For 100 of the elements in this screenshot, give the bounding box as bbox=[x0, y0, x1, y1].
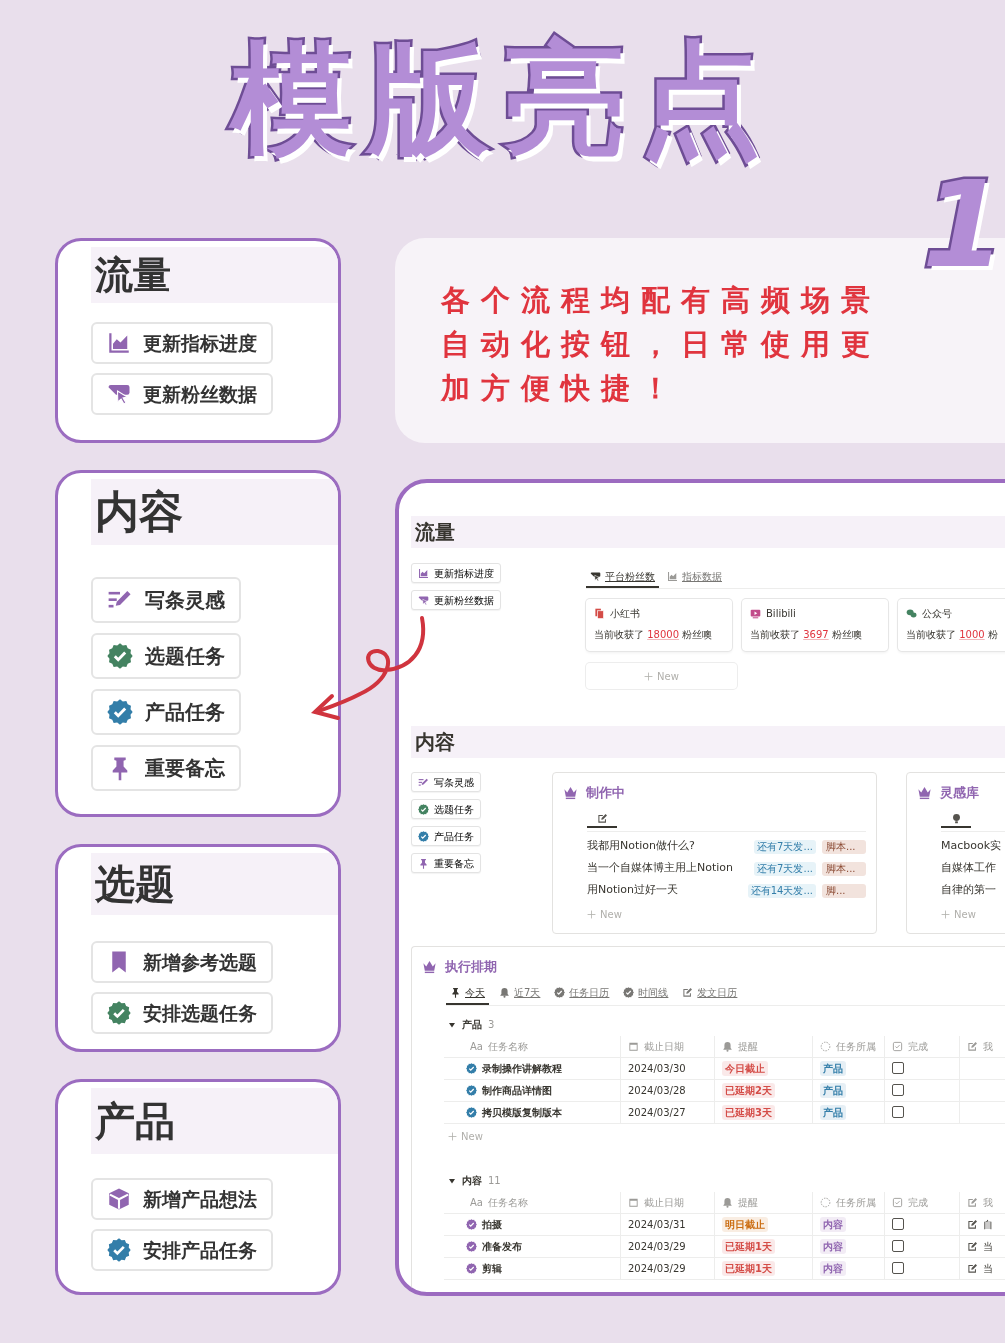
task-name[interactable]: 录制操作讲解教程 bbox=[482, 1060, 562, 1076]
group-name[interactable]: 产品 bbox=[462, 1017, 482, 1032]
action-button[interactable]: 更新粉丝数据 bbox=[91, 373, 273, 415]
verified-icon bbox=[418, 803, 429, 815]
view-tab[interactable]: 时间线 bbox=[619, 982, 673, 1005]
task-name[interactable]: 准备发布 bbox=[482, 1238, 522, 1254]
edit-icon bbox=[967, 1196, 978, 1208]
date-text: 2024/03/27 bbox=[628, 1105, 686, 1120]
verified-icon bbox=[107, 699, 133, 725]
card-title[interactable]: 我都用Notion做什么? bbox=[587, 838, 755, 855]
category-tag: 产品 bbox=[820, 1060, 846, 1076]
checkbox[interactable] bbox=[892, 1240, 904, 1252]
verified-icon bbox=[466, 1062, 477, 1074]
bell-icon bbox=[722, 1040, 733, 1052]
circle-icon bbox=[820, 1196, 831, 1208]
edit-icon bbox=[682, 987, 694, 998]
verified-icon bbox=[107, 1238, 131, 1262]
card-title[interactable]: 自律的第一 bbox=[941, 882, 1005, 899]
reminder-tag: 今日截止 bbox=[722, 1060, 768, 1076]
group-count: 11 bbox=[488, 1174, 501, 1188]
verified-icon bbox=[554, 987, 566, 998]
date-text: 2024/03/29 bbox=[628, 1239, 686, 1254]
action-button[interactable]: 更新指标进度 bbox=[411, 563, 501, 583]
plus-icon bbox=[587, 909, 596, 919]
action-button[interactable]: 重要备忘 bbox=[411, 853, 481, 873]
verified-icon bbox=[107, 1001, 131, 1025]
view-tab[interactable]: 近7天 bbox=[495, 982, 545, 1005]
note-text[interactable]: 当 bbox=[983, 1260, 993, 1276]
view-tab[interactable]: 发文日历 bbox=[678, 982, 742, 1005]
action-button[interactable]: 安排选题任务 bbox=[91, 992, 273, 1034]
plus-icon bbox=[644, 671, 654, 681]
pin-icon bbox=[450, 987, 461, 998]
category-tag: 内容 bbox=[820, 1216, 846, 1232]
action-button[interactable]: 新增产品想法 bbox=[91, 1178, 273, 1220]
category-tag: 内容 bbox=[820, 1260, 846, 1276]
date-text: 2024/03/28 bbox=[628, 1083, 686, 1098]
verified-icon bbox=[466, 1106, 477, 1118]
countdown-tag: 还有7天发... bbox=[754, 861, 816, 876]
verified-icon bbox=[466, 1218, 477, 1230]
circle-icon bbox=[820, 1040, 831, 1052]
view-tab[interactable]: 指标数据 bbox=[663, 566, 726, 588]
category-tag: 产品 bbox=[820, 1082, 846, 1098]
checkbox[interactable] bbox=[892, 1106, 904, 1118]
plus-icon bbox=[941, 909, 950, 919]
edit-icon bbox=[967, 1218, 978, 1230]
action-button[interactable]: 写条灵感 bbox=[91, 577, 241, 623]
card-title[interactable]: 当一个自媒体博主用上Notion bbox=[587, 860, 755, 877]
task-name[interactable]: 制作商品详情图 bbox=[482, 1082, 552, 1098]
crown-icon bbox=[917, 785, 932, 801]
task-name[interactable]: 拍摄 bbox=[482, 1216, 502, 1232]
card-title[interactable]: 自媒体工作 bbox=[941, 860, 1005, 877]
stage-tag: 脚本... bbox=[822, 861, 866, 876]
checkbox-icon bbox=[892, 1040, 903, 1052]
bulb-icon bbox=[950, 812, 962, 824]
checkbox[interactable] bbox=[892, 1262, 904, 1274]
countdown-tag: 还有14天发... bbox=[747, 883, 816, 898]
section-heading: 选题 bbox=[91, 853, 338, 915]
action-button[interactable]: 选题任务 bbox=[91, 633, 241, 679]
card-title[interactable]: Macbook实 bbox=[941, 838, 1005, 855]
action-button[interactable]: 安排产品任务 bbox=[91, 1229, 273, 1271]
task-name[interactable]: 剪辑 bbox=[482, 1260, 502, 1276]
verified-icon bbox=[418, 830, 429, 842]
checkbox[interactable] bbox=[892, 1218, 904, 1230]
section-heading: 产品 bbox=[91, 1088, 338, 1154]
bell-icon bbox=[499, 987, 510, 998]
calendar-icon bbox=[628, 1196, 639, 1208]
action-button[interactable]: 选题任务 bbox=[411, 799, 481, 819]
action-button[interactable]: 更新指标进度 bbox=[91, 322, 273, 364]
callout-text: 各个流程均配有高频场景 bbox=[441, 282, 882, 319]
action-button[interactable]: 重要备忘 bbox=[91, 745, 241, 791]
verified-icon bbox=[466, 1240, 477, 1252]
group-name[interactable]: 内容 bbox=[462, 1173, 482, 1188]
edit-icon bbox=[596, 812, 608, 824]
reminder-tag: 已延期1天 bbox=[722, 1260, 775, 1276]
action-button[interactable]: 产品任务 bbox=[91, 689, 241, 735]
section-heading: 流量 bbox=[411, 516, 1005, 548]
category-tag: 产品 bbox=[820, 1104, 846, 1120]
pen-icon bbox=[418, 776, 429, 788]
callout-text: 加方便快捷！ bbox=[441, 370, 682, 407]
board-title: 灵感库 bbox=[940, 784, 979, 802]
platform-name: Bilibili bbox=[766, 607, 796, 621]
note-text[interactable]: 自 bbox=[983, 1216, 993, 1232]
reminder-tag: 已延期3天 bbox=[722, 1104, 775, 1120]
view-tab[interactable]: 今天 bbox=[446, 982, 489, 1005]
chart-icon bbox=[418, 567, 429, 579]
action-button[interactable]: 写条灵感 bbox=[411, 772, 481, 792]
task-name[interactable]: 拷贝模版复制版本 bbox=[482, 1104, 562, 1120]
date-text: 2024/03/31 bbox=[628, 1217, 686, 1232]
edit-icon bbox=[967, 1040, 978, 1052]
view-tab[interactable]: 任务日历 bbox=[550, 982, 614, 1005]
view-tab[interactable]: 平台粉丝数 bbox=[586, 566, 659, 588]
action-button[interactable]: 产品任务 bbox=[411, 826, 481, 846]
checkbox[interactable] bbox=[892, 1062, 904, 1074]
checkbox[interactable] bbox=[892, 1084, 904, 1096]
note-text[interactable]: 当 bbox=[983, 1238, 993, 1254]
card-title[interactable]: 用Notion过好一天 bbox=[587, 882, 748, 899]
action-button[interactable]: 更新粉丝数据 bbox=[411, 590, 501, 610]
type-glyph: Aa bbox=[470, 1039, 483, 1054]
chat-icon bbox=[906, 608, 917, 619]
action-button[interactable]: 新增参考选题 bbox=[91, 941, 273, 983]
